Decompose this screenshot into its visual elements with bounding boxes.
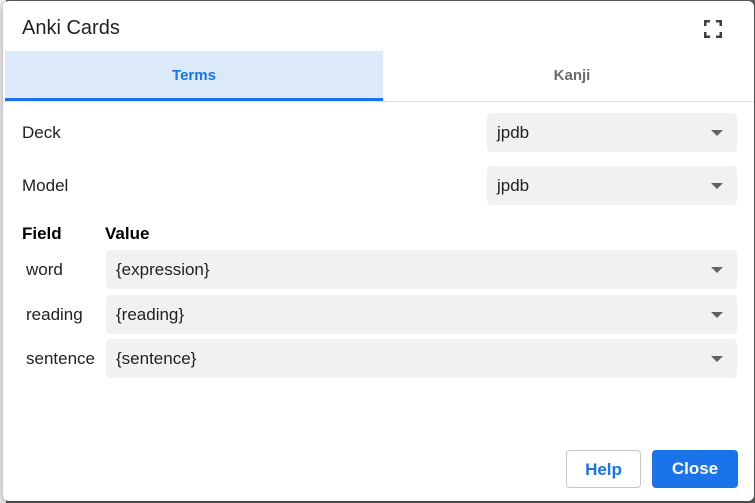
- model-select[interactable]: jpdb: [487, 166, 737, 205]
- dialog-title: Anki Cards: [22, 17, 120, 39]
- tab-kanji[interactable]: Kanji: [383, 51, 754, 101]
- field-value-select-word[interactable]: {expression}: [106, 250, 737, 289]
- tab-terms[interactable]: Terms: [5, 51, 383, 101]
- field-name-word: word: [26, 260, 63, 279]
- help-button[interactable]: Help: [566, 450, 641, 488]
- fullscreen-button[interactable]: [701, 17, 725, 41]
- field-value-reading: {reading}: [116, 305, 185, 324]
- model-select-value: jpdb: [497, 176, 530, 195]
- field-value-word: {expression}: [116, 260, 210, 279]
- deck-select-value: jpdb: [497, 123, 530, 142]
- close-button[interactable]: Close: [652, 450, 738, 488]
- deck-label: Deck: [22, 123, 61, 142]
- field-column-header: Field: [22, 224, 62, 243]
- chevron-down-icon: [711, 183, 723, 189]
- chevron-down-icon: [711, 130, 723, 136]
- field-name-reading: reading: [26, 305, 83, 324]
- dialog-titlebar: Anki Cards: [3, 1, 754, 51]
- field-value-select-sentence[interactable]: {sentence}: [106, 339, 737, 378]
- fullscreen-icon: [704, 20, 722, 38]
- deck-select[interactable]: jpdb: [487, 113, 737, 152]
- anki-cards-dialog: Anki Cards Terms Kanji Deck jpdb Model j…: [3, 1, 754, 501]
- value-column-header: Value: [105, 224, 150, 243]
- field-value-sentence: {sentence}: [116, 349, 197, 368]
- field-name-sentence: sentence: [26, 349, 95, 368]
- model-label: Model: [22, 176, 69, 195]
- field-value-select-reading[interactable]: {reading}: [106, 295, 737, 334]
- chevron-down-icon: [711, 356, 723, 362]
- tab-bar: Terms Kanji: [3, 51, 754, 102]
- chevron-down-icon: [711, 312, 723, 318]
- chevron-down-icon: [711, 267, 723, 273]
